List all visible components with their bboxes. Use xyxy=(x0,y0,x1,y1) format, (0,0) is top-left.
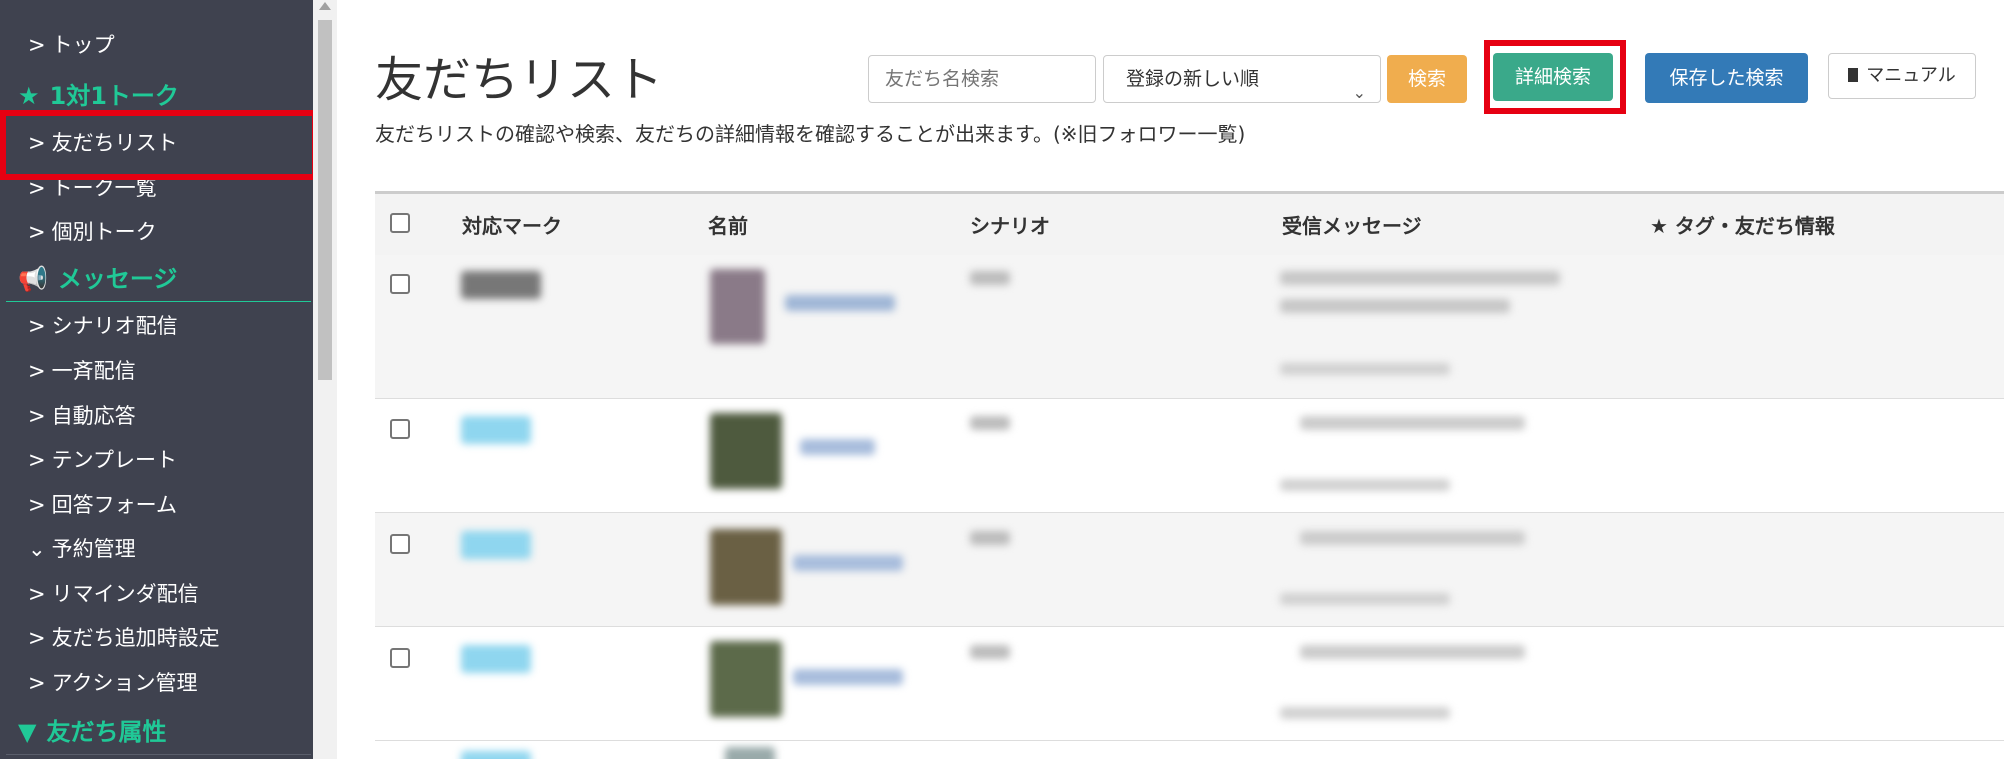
manual-button[interactable]: マニュアル xyxy=(1828,53,1976,99)
sidebar-item-scenario[interactable]: > シナリオ配信 xyxy=(28,310,178,340)
sidebar-item-label: 予約管理 xyxy=(51,537,136,561)
sidebar-item-label: リマインダ配信 xyxy=(51,582,199,606)
scenario-text xyxy=(970,271,1010,285)
sidebar-section-label: 1対1トーク xyxy=(49,82,179,110)
page-title: 友だちリスト xyxy=(375,52,664,108)
sort-select[interactable]: 登録の新しい順 ⌄ xyxy=(1103,55,1381,103)
sidebar-item-label: 個別トーク xyxy=(51,220,157,244)
sidebar-item-action-management[interactable]: > アクション管理 xyxy=(28,667,198,697)
table-row[interactable] xyxy=(375,399,2004,512)
row-checkbox[interactable] xyxy=(390,534,410,554)
sidebar-item-auto-reply[interactable]: > 自動応答 xyxy=(28,400,136,430)
filter-icon: ▼ xyxy=(18,718,37,746)
message-text xyxy=(1300,531,1525,545)
status-badge xyxy=(461,751,531,759)
message-text xyxy=(1300,416,1525,430)
sidebar-item-label: トップ xyxy=(51,33,115,57)
sidebar-section-label: メッセージ xyxy=(57,265,178,293)
sidebar-item-template[interactable]: > テンプレート xyxy=(28,444,177,474)
avatar xyxy=(710,413,782,489)
timestamp xyxy=(1280,363,1450,375)
chevron-down-icon: ⌄ xyxy=(1352,83,1366,102)
friend-name-search-input[interactable] xyxy=(868,55,1096,103)
sidebar-item-reservation[interactable]: ⌄ 予約管理 xyxy=(28,533,136,563)
scenario-text xyxy=(970,531,1010,545)
sidebar-item-reminder[interactable]: > リマインダ配信 xyxy=(28,578,199,608)
row-checkbox[interactable] xyxy=(390,419,410,439)
saved-search-button[interactable]: 保存した検索 xyxy=(1645,53,1808,103)
book-icon xyxy=(1848,68,1859,82)
sidebar-section-message[interactable]: 📢 メッセージ xyxy=(18,259,177,294)
sidebar-item-label: 友だち追加時設定 xyxy=(51,626,220,650)
search-button[interactable]: 検索 xyxy=(1387,55,1467,103)
star-icon: ★ xyxy=(18,82,40,110)
sidebar-item-label: 一斉配信 xyxy=(51,359,136,383)
sidebar-item-label: シナリオ配信 xyxy=(51,314,178,338)
table-row[interactable] xyxy=(375,513,2004,626)
column-header-scenario[interactable]: シナリオ xyxy=(970,210,1050,239)
timestamp xyxy=(1280,479,1450,491)
column-header-tags[interactable]: ★ タグ・友だち情報 xyxy=(1650,210,1835,239)
status-badge xyxy=(461,531,531,559)
table-row[interactable] xyxy=(375,627,2004,740)
timestamp xyxy=(1280,707,1450,719)
sidebar-divider xyxy=(6,301,311,302)
scroll-up-icon[interactable] xyxy=(319,2,331,10)
sidebar-item-individual-talk[interactable]: > 個別トーク xyxy=(28,216,157,246)
highlight-friend-list xyxy=(0,110,318,180)
sidebar-divider xyxy=(6,754,311,755)
scroll-thumb[interactable] xyxy=(318,20,332,380)
sidebar-section-friend-attributes[interactable]: ▼ 友だち属性 xyxy=(18,712,166,747)
friend-name-link[interactable] xyxy=(785,295,895,311)
chevron-down-icon: ⌄ xyxy=(28,537,46,561)
sidebar-section-1on1-talk[interactable]: ★ 1対1トーク xyxy=(18,76,179,111)
row-checkbox[interactable] xyxy=(390,274,410,294)
avatar xyxy=(710,529,782,605)
column-header-name[interactable]: 名前 xyxy=(708,210,748,239)
sidebar-section-label: 友だち属性 xyxy=(46,718,167,746)
sidebar-item-friend-add-settings[interactable]: > 友だち追加時設定 xyxy=(28,622,220,652)
sidebar-item-broadcast[interactable]: > 一斉配信 xyxy=(28,355,136,385)
sort-select-value: 登録の新しい順 xyxy=(1126,68,1260,90)
sidebar-item-answer-form[interactable]: > 回答フォーム xyxy=(28,489,177,519)
status-badge xyxy=(461,645,531,673)
avatar xyxy=(710,269,765,344)
table-row[interactable] xyxy=(375,741,2004,759)
column-header-mark[interactable]: 対応マーク xyxy=(462,210,562,239)
scenario-text xyxy=(970,416,1010,430)
message-text xyxy=(1280,299,1510,313)
page-description: 友だちリストの確認や検索、友だちの詳細情報を確認することが出来ます。(※旧フォロ… xyxy=(375,122,1246,146)
sidebar-item-label: アクション管理 xyxy=(51,671,198,695)
timestamp xyxy=(1280,593,1450,605)
sidebar-item-label: 回答フォーム xyxy=(51,493,177,517)
manual-button-label: マニュアル xyxy=(1866,65,1956,86)
friend-name-link[interactable] xyxy=(793,555,903,571)
avatar xyxy=(725,747,775,759)
table-header: 対応マーク 名前 シナリオ 受信メッセージ ★ タグ・友だち情報 xyxy=(375,194,2004,255)
row-checkbox[interactable] xyxy=(390,648,410,668)
sidebar-item-top[interactable]: > トップ xyxy=(28,29,115,59)
sidebar-item-label: 自動応答 xyxy=(51,404,136,428)
status-badge xyxy=(461,271,541,299)
highlight-detail-search xyxy=(1484,40,1626,114)
select-all-checkbox[interactable] xyxy=(390,213,410,233)
sidebar-item-label: テンプレート xyxy=(51,448,177,472)
table-row[interactable] xyxy=(375,255,2004,398)
avatar xyxy=(710,641,782,717)
scenario-text xyxy=(970,645,1010,659)
message-text xyxy=(1280,271,1560,285)
scrollbar[interactable] xyxy=(313,0,337,759)
message-text xyxy=(1300,645,1525,659)
megaphone-icon: 📢 xyxy=(18,265,48,293)
status-badge xyxy=(461,416,531,444)
friend-name-link[interactable] xyxy=(793,669,903,685)
friend-name-link[interactable] xyxy=(800,439,875,455)
column-header-message[interactable]: 受信メッセージ xyxy=(1282,210,1422,239)
